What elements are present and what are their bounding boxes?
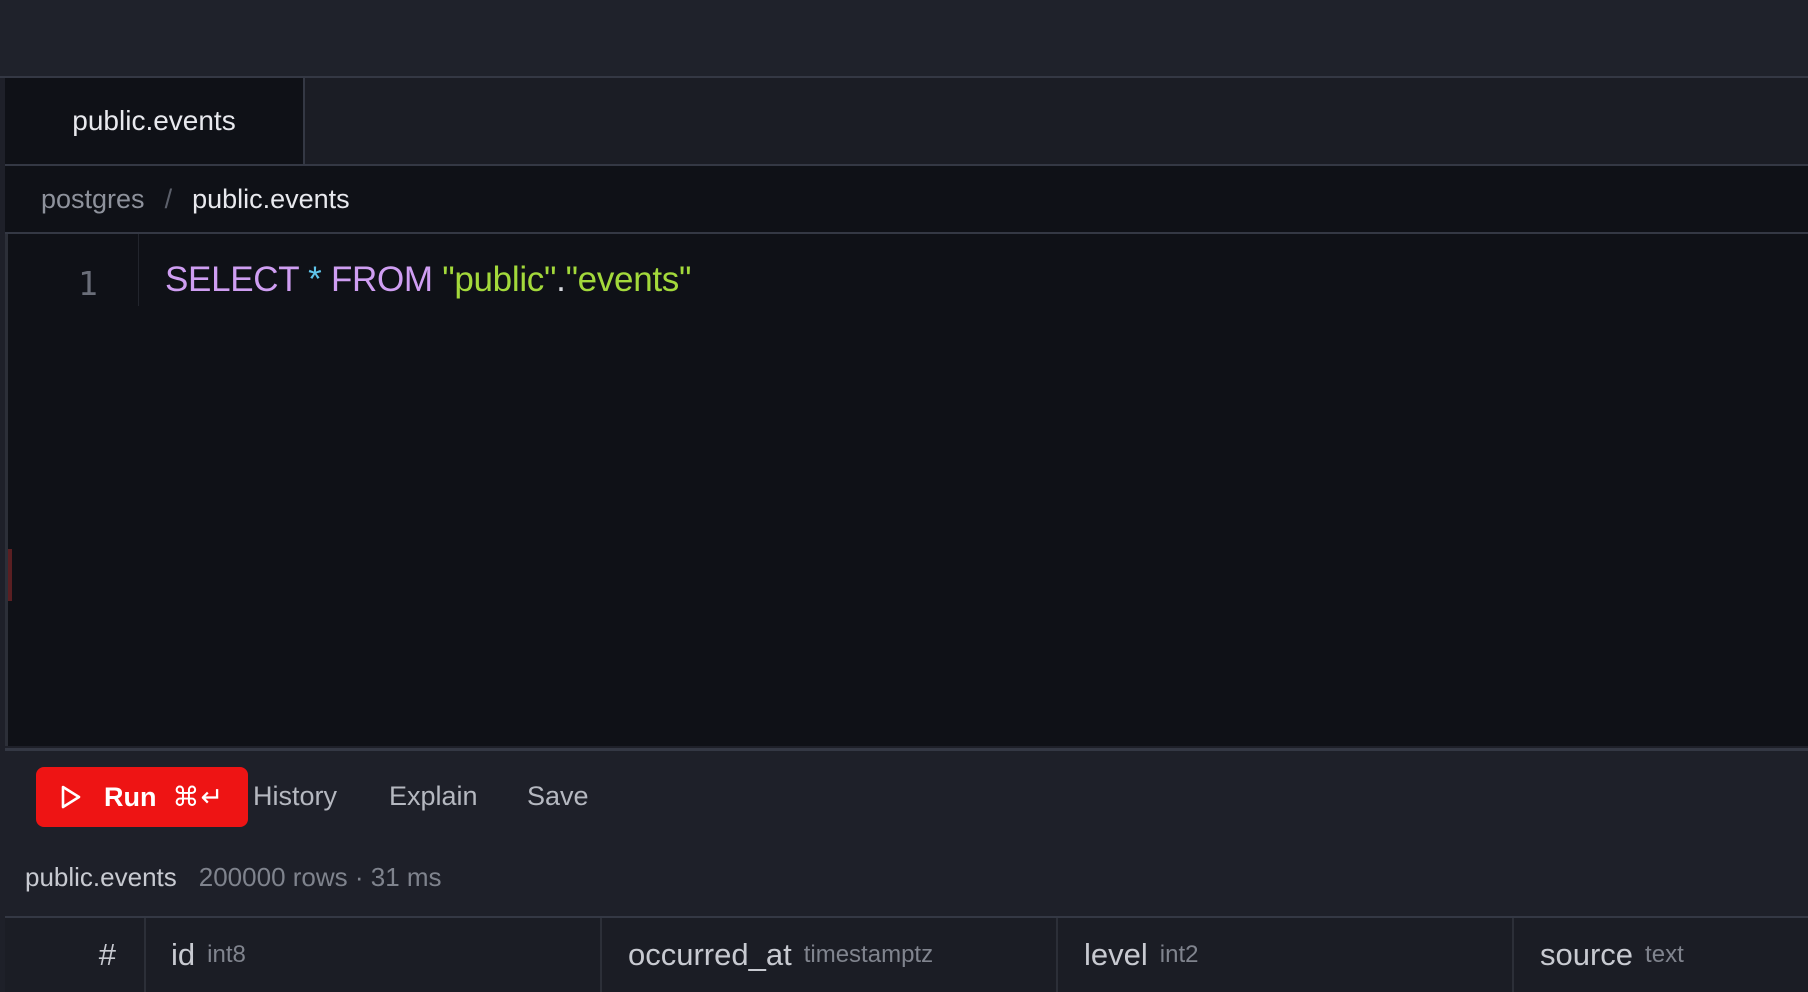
tab-bar: public.events <box>5 78 1808 166</box>
column-type: text <box>1645 941 1684 968</box>
code-line[interactable]: SELECT * FROM "public"."events" <box>165 260 691 300</box>
line-number: 1 <box>78 264 98 303</box>
sql-editor[interactable]: 1 SELECT * FROM "public"."events" <box>5 234 1808 746</box>
play-icon <box>61 785 81 809</box>
row-number-label: # <box>98 937 116 972</box>
breadcrumb-separator: / <box>164 183 173 214</box>
line-gutter <box>8 234 139 306</box>
table-identifier: "events" <box>565 260 692 299</box>
breadcrumb: postgres / public.events <box>5 166 1808 234</box>
run-shortcut: ⌘↵ <box>172 781 225 812</box>
tab-public-events[interactable]: public.events <box>5 78 305 164</box>
sql-editor-window: public.events postgres / public.events 1… <box>0 0 1808 992</box>
top-bar <box>0 0 1808 78</box>
column-header-row-number: # <box>5 918 146 992</box>
keyword-select: SELECT <box>165 260 299 299</box>
column-name: source <box>1540 937 1634 972</box>
schema-identifier: "public" <box>442 260 557 299</box>
save-button[interactable]: Save <box>527 781 589 812</box>
column-header-occurred-at[interactable]: occurred_at timestamptz <box>602 918 1058 992</box>
column-header-level[interactable]: level int2 <box>1058 918 1514 992</box>
column-type: int2 <box>1159 941 1199 968</box>
result-meta: 200000 rows · 31 ms <box>198 861 442 892</box>
gutter-marker <box>8 549 12 601</box>
column-type: int8 <box>207 941 246 968</box>
keyword-from: FROM <box>330 260 433 299</box>
tab-label: public.events <box>72 105 236 136</box>
column-header-id[interactable]: id int8 <box>146 918 602 992</box>
history-button[interactable]: History <box>253 781 337 812</box>
query-toolbar: Run ⌘↵ History Explain Save <box>5 748 1808 841</box>
run-label: Run <box>104 781 157 812</box>
column-header-source[interactable]: source text <box>1514 918 1808 992</box>
result-status: public.events 200000 rows · 31 ms <box>5 838 1808 918</box>
breadcrumb-database[interactable]: postgres <box>41 184 145 215</box>
column-name: level <box>1084 937 1148 972</box>
explain-button[interactable]: Explain <box>389 781 478 812</box>
result-table-name: public.events <box>25 861 177 892</box>
column-name: occurred_at <box>628 937 792 972</box>
results-grid-header: # id int8 occurred_at timestamptz level … <box>5 918 1808 992</box>
breadcrumb-current: public.events <box>192 183 350 214</box>
column-type: timestamptz <box>803 941 934 968</box>
run-button[interactable]: Run ⌘↵ <box>36 767 248 827</box>
column-name: id <box>171 937 196 972</box>
dot-separator: . <box>556 260 566 299</box>
operator-star: * <box>308 260 322 299</box>
